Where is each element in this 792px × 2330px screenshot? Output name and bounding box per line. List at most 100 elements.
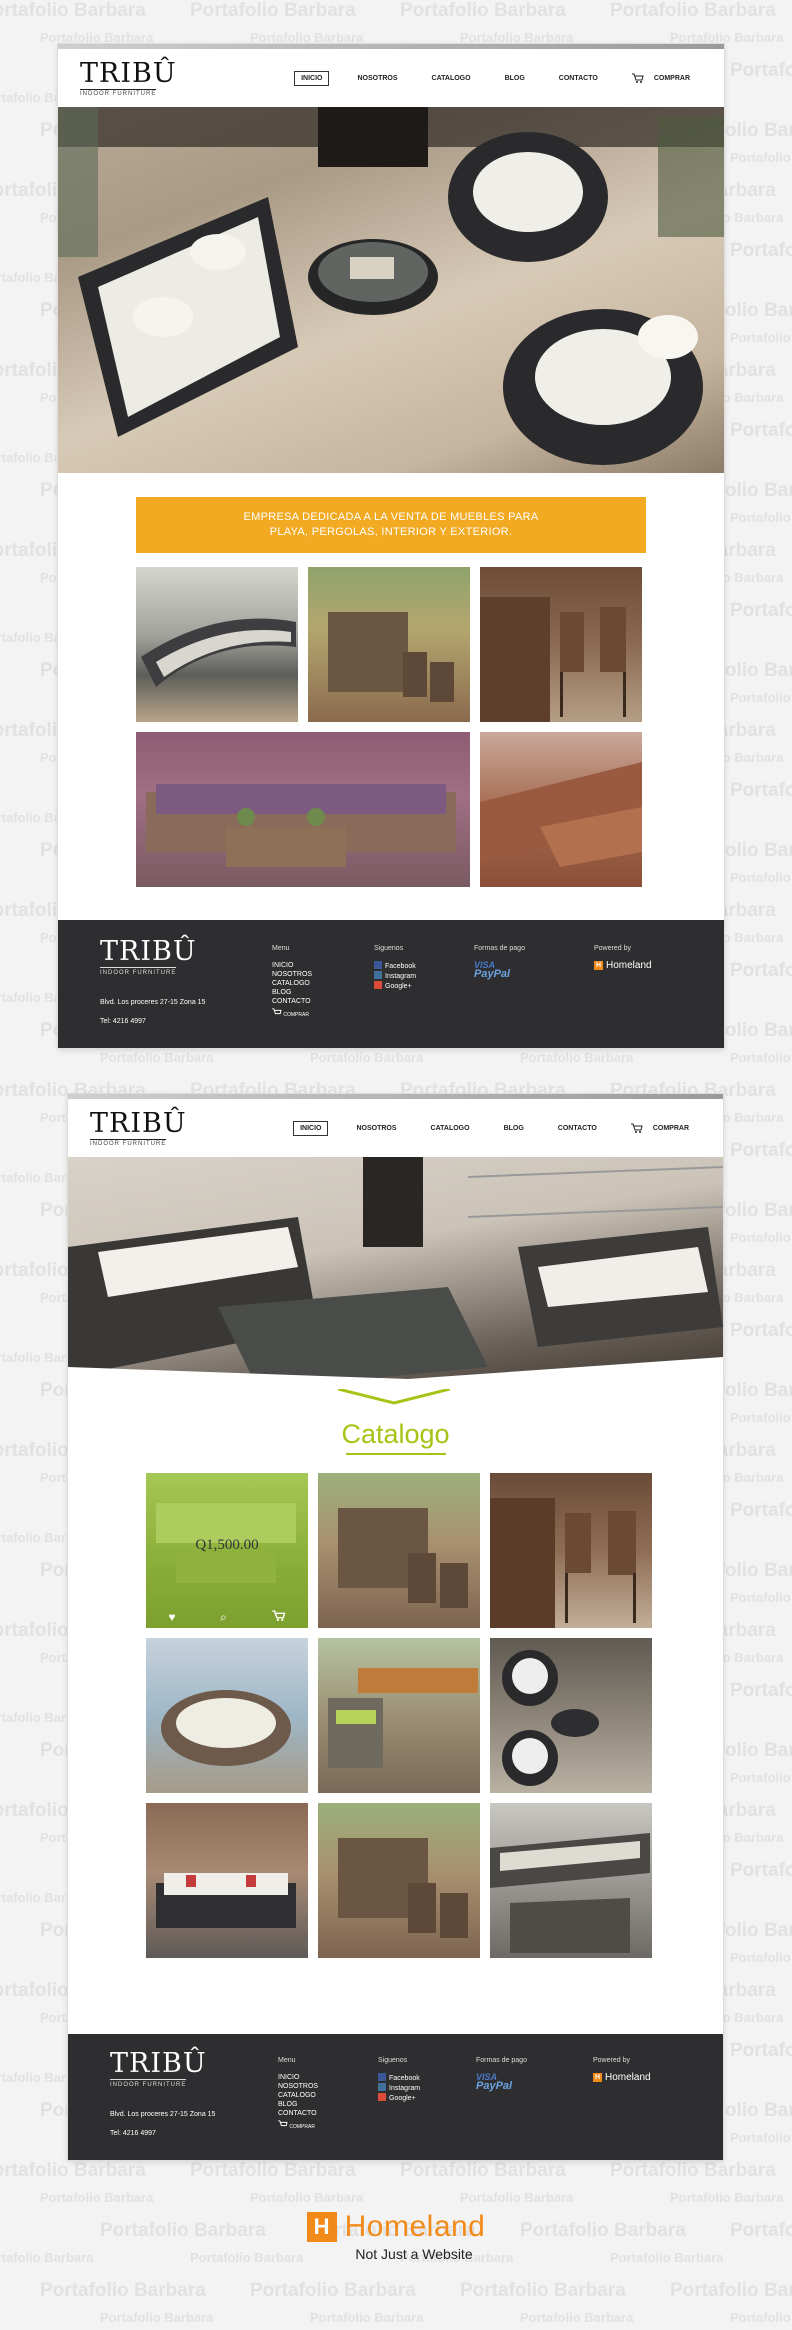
facebook-label: Facebook bbox=[389, 2075, 420, 2082]
nav-nosotros[interactable]: NOSOTROS bbox=[350, 1122, 402, 1135]
homeland-tagline: Not Just a Website bbox=[355, 2246, 473, 2262]
cart-icon[interactable] bbox=[272, 1610, 286, 1624]
watermark-text: Portafolio Barbara bbox=[730, 1410, 792, 1425]
footer-menu-blog[interactable]: BLOG bbox=[278, 2100, 318, 2109]
catalog-title: Catalogo bbox=[341, 1419, 450, 1449]
footer-logo-tagline: INDOOR FURNITURE bbox=[110, 2079, 187, 2090]
gallery-image-bar-stools[interactable] bbox=[480, 567, 642, 722]
googleplus-icon bbox=[378, 2093, 386, 2101]
footer-menu-title: Menu bbox=[278, 2057, 296, 2064]
footer-payment-title: Formas de pago bbox=[474, 945, 525, 952]
main-nav: INICIO NOSOTROS CATALOGO BLOG CONTACTO C… bbox=[294, 69, 702, 88]
footer-menu-nosotros[interactable]: NOSOTROS bbox=[278, 2082, 318, 2091]
footer-powered-title: Powered by bbox=[593, 2057, 630, 2064]
watermark-text: Portafolio Barbara bbox=[460, 2280, 626, 2301]
footer-comprar[interactable]: COMPRAR bbox=[272, 1008, 312, 1020]
watermark-text: Portafolio Barbara bbox=[730, 1320, 792, 1341]
footer-menu-contacto[interactable]: CONTACTO bbox=[272, 997, 312, 1006]
product-grid: Q1,500.00 ♥ ⌕ bbox=[146, 1473, 723, 1973]
footer-social: Siguenos Facebook Instagram Google+ bbox=[374, 944, 416, 991]
chevron-down-icon bbox=[338, 1389, 450, 1405]
gallery-image-brown-lounge[interactable] bbox=[480, 732, 642, 887]
watermark-text: Portafolio Barbara bbox=[100, 2310, 214, 2325]
footer-logo[interactable]: TRIBÛ INDOOR FURNITURE bbox=[100, 938, 197, 978]
watermark-text: Portafolio Barbara bbox=[460, 2190, 574, 2205]
watermark-text: Portafolio Barbara bbox=[610, 2160, 776, 2181]
logo-tagline: INDOOR FURNITURE bbox=[90, 1138, 167, 1147]
nav-nosotros[interactable]: NOSOTROS bbox=[351, 72, 403, 85]
footer-menu-inicio[interactable]: INICIO bbox=[278, 2073, 318, 2082]
footer-payment-title: Formas de pago bbox=[476, 2057, 527, 2064]
product-card-bar-stools[interactable] bbox=[490, 1473, 652, 1628]
comprar-label: COMPRAR bbox=[653, 74, 690, 82]
watermark-text: Portafolio Barbara bbox=[730, 960, 792, 981]
footer-menu-blog[interactable]: BLOG bbox=[272, 988, 312, 997]
logo-tagline: INDOOR FURNITURE bbox=[80, 88, 157, 97]
nav-comprar[interactable]: COMPRAR bbox=[626, 69, 702, 88]
footer-homeland-link[interactable]: H Homeland bbox=[593, 2073, 651, 2083]
product-card-bar-set[interactable] bbox=[318, 1473, 480, 1628]
product-card-bar-set-2[interactable] bbox=[318, 1803, 480, 1958]
nav-contacto[interactable]: CONTACTO bbox=[552, 1122, 603, 1135]
gallery-image-bar-set[interactable] bbox=[308, 567, 470, 722]
watermark-text: Portafolio Barbara bbox=[730, 600, 792, 621]
footer-contact: Blvd. Los proceres 27-15 Zona 15 Tel: 42… bbox=[110, 2110, 215, 2138]
watermark-text: Portafolio Barbara bbox=[730, 1950, 792, 1965]
footer-facebook[interactable]: Facebook bbox=[378, 2073, 420, 2083]
footer-menu-catalogo[interactable]: CATALOGO bbox=[272, 979, 312, 988]
footer-instagram[interactable]: Instagram bbox=[378, 2083, 420, 2093]
watermark-text: Portafolio Barbara bbox=[310, 1050, 424, 1065]
nav-blog[interactable]: BLOG bbox=[498, 1122, 530, 1135]
footer-googleplus[interactable]: Google+ bbox=[378, 2093, 420, 2103]
footer-facebook[interactable]: Facebook bbox=[374, 961, 416, 971]
nav-inicio[interactable]: INICIO bbox=[293, 1120, 329, 1136]
footer-homeland-link[interactable]: H Homeland bbox=[594, 961, 652, 971]
footer-logo-text: TRIBÛ bbox=[100, 936, 197, 967]
watermark-text: Portafolio Barbara bbox=[730, 60, 792, 81]
gallery-image-purple-sofa[interactable] bbox=[136, 732, 470, 887]
product-card-patio-sofa[interactable] bbox=[146, 1803, 308, 1958]
instagram-icon bbox=[374, 971, 382, 979]
footer-menu-title: Menu bbox=[272, 945, 290, 952]
gallery-image-curved-sofa[interactable] bbox=[136, 567, 298, 722]
banner-line-2: PLAYA, PERGOLAS, INTERIOR Y EXTERIOR. bbox=[269, 526, 513, 538]
footer-menu-contacto[interactable]: CONTACTO bbox=[278, 2109, 318, 2118]
watermark-text: Portafolio Barbara bbox=[730, 2310, 792, 2325]
footer-powered: Powered by H Homeland bbox=[594, 944, 652, 971]
nav-contacto[interactable]: CONTACTO bbox=[553, 72, 604, 85]
main-nav: INICIO NOSOTROS CATALOGO BLOG CONTACTO C… bbox=[293, 1119, 701, 1138]
footer-googleplus[interactable]: Google+ bbox=[374, 981, 416, 991]
nav-blog[interactable]: BLOG bbox=[499, 72, 531, 85]
product-card-sectional[interactable] bbox=[490, 1803, 652, 1958]
nav-catalogo[interactable]: CATALOGO bbox=[425, 1122, 476, 1135]
footer-contact: Blvd. Los proceres 27-15 Zona 15 Tel: 42… bbox=[100, 998, 205, 1026]
footer-comprar[interactable]: COMPRAR bbox=[278, 2120, 318, 2132]
footer-logo-tagline: INDOOR FURNITURE bbox=[100, 967, 177, 978]
nav-inicio[interactable]: INICIO bbox=[294, 70, 330, 86]
footer-menu-nosotros[interactable]: NOSOTROS bbox=[272, 970, 312, 979]
watermark-text: Portafolio Barbara bbox=[730, 1590, 792, 1605]
product-card-featured[interactable]: Q1,500.00 ♥ ⌕ bbox=[146, 1473, 308, 1628]
search-icon[interactable]: ⌕ bbox=[220, 1610, 227, 1625]
product-card-lounge-chairs[interactable] bbox=[490, 1638, 652, 1793]
watermark-text: Portafolio Barbara bbox=[400, 0, 566, 21]
footer-menu-catalogo[interactable]: CATALOGO bbox=[278, 2091, 318, 2100]
site-logo[interactable]: TRIBÛ INDOOR FURNITURE bbox=[80, 60, 177, 97]
nav-catalogo[interactable]: CATALOGO bbox=[426, 72, 477, 85]
product-card-daybed[interactable] bbox=[146, 1638, 308, 1793]
heart-icon[interactable]: ♥ bbox=[168, 1610, 175, 1624]
site-logo[interactable]: TRIBÛ INDOOR FURNITURE bbox=[90, 1110, 187, 1147]
nav-comprar[interactable]: COMPRAR bbox=[625, 1119, 701, 1138]
watermark-text: Portafolio Barbara bbox=[400, 2160, 566, 2181]
homeland-box-icon: H bbox=[593, 2073, 602, 2082]
footer-logo[interactable]: TRIBÛ INDOOR FURNITURE bbox=[110, 2050, 207, 2090]
footer-phone: Tel: 4216 4997 bbox=[100, 1018, 146, 1025]
cart-icon bbox=[631, 73, 644, 83]
product-card-dining-set[interactable] bbox=[318, 1638, 480, 1793]
homeland-logo: H Homeland bbox=[306, 2210, 486, 2244]
banner-line-1: EMPRESA DEDICADA A LA VENTA DE MUEBLES P… bbox=[243, 511, 539, 523]
footer-menu-inicio[interactable]: INICIO bbox=[272, 961, 312, 970]
logo-text: TRIBÛ bbox=[90, 1107, 187, 1139]
watermark-text: Portafolio Barbara bbox=[670, 2190, 784, 2205]
footer-instagram[interactable]: Instagram bbox=[374, 971, 416, 981]
